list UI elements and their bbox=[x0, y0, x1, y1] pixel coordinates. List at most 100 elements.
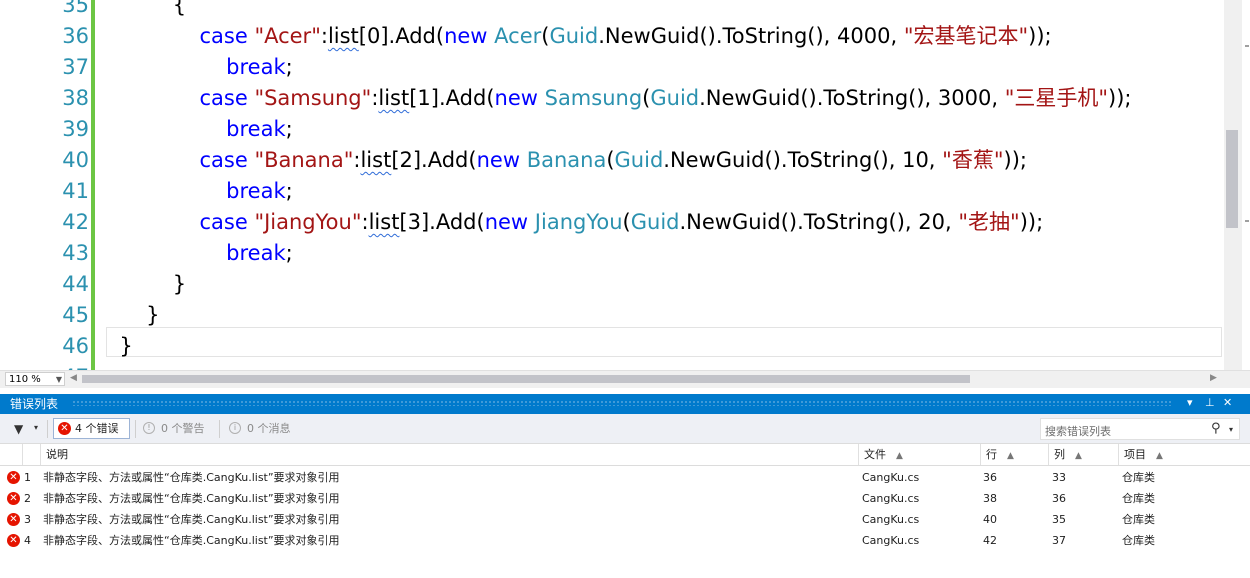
code-token: new bbox=[494, 86, 538, 110]
code-token: list bbox=[327, 24, 359, 48]
error-icon: ✕ bbox=[7, 471, 20, 484]
column-header-file[interactable]: 文件 ▲ bbox=[858, 444, 980, 465]
filter-icon[interactable]: ▼ bbox=[14, 422, 23, 436]
code-token: JiangYou bbox=[534, 210, 623, 234]
code-line[interactable]: { bbox=[106, 0, 186, 21]
column-label: 说明 bbox=[46, 448, 68, 461]
code-token: "宏基笔记本" bbox=[903, 24, 1029, 48]
search-error-list-input[interactable]: 搜索错误列表 ⚲ ▾ bbox=[1040, 418, 1240, 440]
line-number: 39 bbox=[62, 117, 89, 141]
code-token: new bbox=[484, 210, 529, 234]
zoom-level-dropdown[interactable]: 110 % ▼ bbox=[5, 372, 65, 386]
code-token: new bbox=[444, 24, 488, 48]
toolbar-separator bbox=[219, 420, 220, 438]
close-icon[interactable]: ✕ bbox=[1223, 396, 1232, 410]
error-column: 35 bbox=[1052, 513, 1066, 526]
line-number: 40 bbox=[62, 148, 89, 172]
error-icon: ✕ bbox=[58, 422, 71, 435]
code-token: ( bbox=[622, 210, 631, 234]
line-number: 43 bbox=[62, 241, 89, 265]
chevron-down-icon[interactable]: ▾ bbox=[34, 423, 38, 432]
chevron-down-icon[interactable]: ▾ bbox=[1229, 425, 1233, 434]
line-number: 37 bbox=[62, 55, 89, 79]
code-token: [1].Add( bbox=[409, 86, 495, 110]
error-line: 40 bbox=[983, 513, 997, 526]
error-list-toolbar: ▼ ▾ ✕ 4 个错误 ! 0 个警告 i 0 个消息 搜索错误列表 ⚲ ▾ bbox=[0, 414, 1250, 444]
code-line[interactable]: break; bbox=[106, 238, 293, 269]
code-line[interactable]: case "Banana":list[2].Add(new Banana(Gui… bbox=[106, 145, 1027, 176]
code-token: Banana bbox=[526, 148, 607, 172]
toolbar-separator bbox=[135, 420, 136, 438]
window-menu-icon[interactable]: ▾ bbox=[1187, 396, 1193, 410]
code-editor[interactable]: 35 36 37 38 39 40 41 42 43 44 45 46 47 { case "Acer"… bbox=[0, 0, 1250, 370]
sort-arrow-icon: ▲ bbox=[896, 451, 903, 461]
code-line[interactable]: } bbox=[106, 300, 159, 331]
error-project: 仓库类 bbox=[1122, 471, 1155, 484]
error-icon: ✕ bbox=[7, 492, 20, 505]
pin-icon[interactable]: ⊥ bbox=[1205, 396, 1215, 410]
line-number: 45 bbox=[62, 303, 89, 327]
code-token: "三星手机" bbox=[1004, 86, 1109, 110]
code-line[interactable]: case "Samsung":list[1].Add(new Samsung(G… bbox=[106, 83, 1131, 114]
error-file: CangKu.cs bbox=[862, 513, 920, 526]
warnings-filter-button[interactable]: 0 个警告 bbox=[161, 422, 205, 435]
messages-filter-button[interactable]: 0 个消息 bbox=[247, 422, 291, 435]
errors-filter-button[interactable]: ✕ 4 个错误 bbox=[53, 418, 130, 439]
panel-title: 错误列表 bbox=[10, 397, 59, 411]
error-number: 4 bbox=[24, 534, 31, 547]
panel-title-bar[interactable]: 错误列表 ▾ ⊥ ✕ bbox=[0, 394, 1250, 414]
column-header-description[interactable]: 说明 bbox=[40, 444, 858, 465]
code-line[interactable]: case "Acer":list[0].Add(new Acer(Guid.Ne… bbox=[106, 21, 1052, 52]
code-line[interactable]: break; bbox=[106, 176, 293, 207]
code-area[interactable]: { case "Acer":list[0].Add(new Acer(Guid.… bbox=[106, 0, 1222, 370]
column-label: 文件 bbox=[864, 448, 886, 461]
error-row[interactable]: ✕ 4 非静态字段、方法或属性“仓库类.CangKu.list”要求对象引用 C… bbox=[0, 530, 1250, 551]
code-line[interactable]: break; bbox=[106, 52, 293, 83]
error-description: 非静态字段、方法或属性“仓库类.CangKu.list”要求对象引用 bbox=[43, 513, 340, 526]
code-token: "Acer" bbox=[254, 24, 321, 48]
line-number: 35 bbox=[62, 0, 89, 17]
code-line[interactable]: break; bbox=[106, 114, 293, 145]
line-number-gutter: 35 36 37 38 39 40 41 42 43 44 45 46 47 bbox=[0, 0, 90, 370]
code-token: [2].Add( bbox=[391, 148, 477, 172]
chevron-down-icon: ▼ bbox=[55, 375, 62, 384]
code-token: case bbox=[199, 86, 248, 110]
error-project: 仓库类 bbox=[1122, 534, 1155, 547]
vertical-scrollbar-thumb[interactable] bbox=[1226, 130, 1238, 228]
error-number: 2 bbox=[24, 492, 31, 505]
search-icon[interactable]: ⚲ bbox=[1211, 421, 1221, 436]
code-token: "JiangYou" bbox=[254, 210, 362, 234]
code-token: ( bbox=[606, 148, 615, 172]
error-row[interactable]: ✕ 1 非静态字段、方法或属性“仓库类.CangKu.list”要求对象引用 C… bbox=[0, 467, 1250, 488]
code-token: list bbox=[368, 210, 400, 234]
code-token: "Samsung" bbox=[254, 86, 372, 110]
code-token: )); bbox=[1028, 24, 1052, 48]
column-header-project[interactable]: 项目 ▲ bbox=[1118, 444, 1250, 465]
column-header-line[interactable]: 行 ▲ bbox=[980, 444, 1048, 465]
horizontal-scrollbar-bar: 110 % ▼ ◀ ▶ bbox=[0, 370, 1250, 388]
column-header-column[interactable]: 列 ▲ bbox=[1048, 444, 1118, 465]
code-line[interactable]: case "JiangYou":list[3].Add(new JiangYou… bbox=[106, 207, 1043, 238]
code-token: Guid bbox=[549, 24, 599, 48]
errors-filter-label: 4 个错误 bbox=[75, 422, 119, 435]
code-line[interactable]: } bbox=[106, 269, 186, 300]
error-row[interactable]: ✕ 3 非静态字段、方法或属性“仓库类.CangKu.list”要求对象引用 C… bbox=[0, 509, 1250, 530]
code-token: ; bbox=[285, 117, 293, 141]
scroll-right-arrow-icon[interactable]: ▶ bbox=[1210, 373, 1217, 383]
horizontal-scrollbar-thumb[interactable] bbox=[82, 375, 970, 383]
scroll-left-arrow-icon[interactable]: ◀ bbox=[70, 373, 77, 383]
sort-arrow-icon: ▲ bbox=[1156, 451, 1163, 461]
error-project: 仓库类 bbox=[1122, 513, 1155, 526]
error-description: 非静态字段、方法或属性“仓库类.CangKu.list”要求对象引用 bbox=[43, 471, 340, 484]
error-row[interactable]: ✕ 2 非静态字段、方法或属性“仓库类.CangKu.list”要求对象引用 C… bbox=[0, 488, 1250, 509]
code-line[interactable]: } bbox=[106, 331, 132, 362]
column-label: 项目 bbox=[1124, 448, 1146, 461]
error-column: 36 bbox=[1052, 492, 1066, 505]
